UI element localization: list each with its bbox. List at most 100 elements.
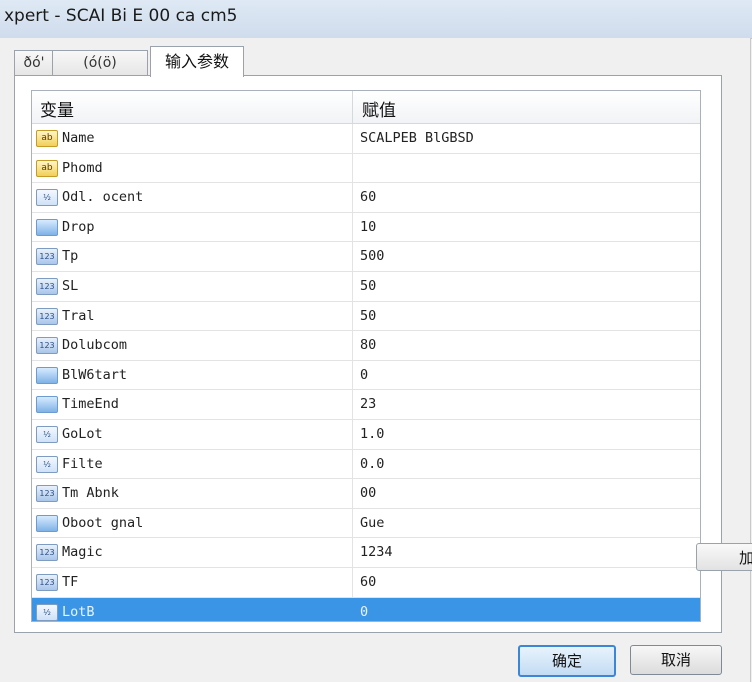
cell-divider bbox=[352, 271, 353, 301]
load-button[interactable]: 加 bbox=[696, 543, 752, 571]
cell-divider bbox=[352, 419, 353, 449]
parameter-name: Phomd bbox=[62, 159, 103, 176]
table-row[interactable]: 123 SL 50 bbox=[32, 271, 700, 302]
parameter-name: Filte bbox=[62, 455, 103, 472]
tab-inputs-sub[interactable]: (ó(ö) bbox=[52, 50, 148, 75]
parameter-name: Oboot gnal bbox=[62, 514, 144, 531]
column-header-value[interactable]: 赋值 bbox=[362, 96, 396, 121]
parameter-name: TimeEnd bbox=[62, 396, 119, 413]
tab-input-parameters[interactable]: 输入参数 bbox=[150, 46, 244, 77]
double-icon: ½ bbox=[36, 189, 58, 207]
cell-divider bbox=[352, 479, 353, 508]
parameter-name: Tral bbox=[62, 307, 95, 324]
table-row[interactable]: TimeEnd 23 bbox=[32, 390, 700, 420]
table-row[interactable]: Drop 10 bbox=[32, 212, 700, 243]
table-row[interactable]: Oboot gnal Gue bbox=[32, 508, 700, 539]
parameter-name: LotB bbox=[62, 603, 95, 620]
parameter-value[interactable]: 0.0 bbox=[360, 456, 384, 472]
dialog-window: ðó' (ó(ö) 输入参数 变量 赋值 ab Name SCALPEB BlGBS… bbox=[0, 38, 752, 682]
cell-divider bbox=[352, 212, 353, 242]
window-title: xpert - SCAI Bi E 00 ca cm5 bbox=[4, 6, 238, 26]
table-row[interactable]: 123 Tm Abnk 00 bbox=[32, 479, 700, 509]
parameter-name: Tm Abnk bbox=[62, 485, 119, 502]
cell-divider bbox=[352, 242, 353, 271]
table-row[interactable]: ab Phomd bbox=[32, 153, 700, 184]
parameters-table: 变量 赋值 ab Name SCALPEB BlGBSD ab Phomd ½ Odl. o… bbox=[31, 90, 701, 622]
int-icon: 123 bbox=[36, 544, 58, 562]
int-icon: 123 bbox=[36, 307, 58, 325]
cell-divider bbox=[352, 124, 353, 153]
parameter-value[interactable]: 00 bbox=[360, 485, 376, 501]
table-row[interactable]: ½ Odl. ocent 60 bbox=[32, 183, 700, 213]
title-bar: xpert - SCAI Bi E 00 ca cm5 bbox=[0, 0, 752, 39]
int-icon: 123 bbox=[36, 277, 58, 295]
parameter-value[interactable]: SCALPEB BlGBSD bbox=[360, 130, 474, 146]
bool-icon bbox=[36, 218, 58, 236]
parameter-value[interactable]: 1.0 bbox=[360, 426, 384, 442]
bool-icon bbox=[36, 514, 58, 532]
bool-icon bbox=[36, 396, 58, 414]
table-row[interactable]: 123 Dolubcom 80 bbox=[32, 331, 700, 361]
column-header-variable[interactable]: 变量 bbox=[40, 96, 74, 121]
parameter-value[interactable]: 50 bbox=[360, 278, 376, 294]
parameter-name: Tp bbox=[62, 248, 79, 265]
int-icon: 123 bbox=[36, 573, 58, 591]
string-icon: ab bbox=[36, 130, 58, 147]
parameter-name: Dolubcom bbox=[62, 337, 128, 354]
parameter-value[interactable]: 60 bbox=[360, 189, 376, 205]
table-row[interactable]: 123 TF 60 bbox=[32, 567, 700, 598]
table-row[interactable]: ½ GoLot 1.0 bbox=[32, 419, 700, 450]
cancel-button[interactable]: 取消 bbox=[630, 645, 722, 675]
double-icon: ½ bbox=[36, 425, 58, 443]
string-icon: ab bbox=[36, 159, 58, 177]
parameter-name: Name bbox=[62, 130, 95, 146]
cell-divider bbox=[352, 508, 353, 538]
table-row[interactable]: ½ Filte 0.0 bbox=[32, 449, 700, 480]
cell-divider bbox=[352, 153, 353, 183]
cell-divider bbox=[352, 538, 353, 567]
table-row[interactable]: ab Name SCALPEB BlGBSD bbox=[32, 124, 700, 154]
parameter-name: BlW6tart bbox=[62, 366, 128, 383]
parameter-value[interactable]: 0 bbox=[360, 604, 368, 620]
int-icon: 123 bbox=[36, 337, 58, 355]
table-body: ab Name SCALPEB BlGBSD ab Phomd ½ Odl. ocent 60… bbox=[32, 124, 700, 621]
cell-divider bbox=[352, 597, 353, 621]
parameter-value[interactable]: 500 bbox=[360, 248, 384, 264]
table-header: 变量 赋值 bbox=[32, 91, 700, 124]
parameter-value[interactable]: 1234 bbox=[360, 544, 393, 560]
table-row[interactable]: BlW6tart 0 bbox=[32, 360, 700, 391]
cell-divider bbox=[352, 301, 353, 331]
column-divider[interactable] bbox=[352, 91, 353, 123]
parameter-value[interactable]: 50 bbox=[360, 308, 376, 324]
parameter-value[interactable]: 60 bbox=[360, 574, 376, 590]
parameter-value[interactable]: 0 bbox=[360, 367, 368, 383]
cell-divider bbox=[352, 567, 353, 597]
double-icon: ½ bbox=[36, 603, 58, 621]
table-row[interactable]: 123 Magic 1234 bbox=[32, 538, 700, 568]
cell-divider bbox=[352, 390, 353, 419]
table-row[interactable]: 123 Tp 500 bbox=[32, 242, 700, 272]
cell-divider bbox=[352, 183, 353, 212]
table-row[interactable]: 123 Tral 50 bbox=[32, 301, 700, 332]
parameter-value[interactable]: 10 bbox=[360, 219, 376, 235]
parameter-name: Magic bbox=[62, 544, 103, 561]
table-row[interactable]: ½ LotB 0 bbox=[32, 597, 700, 621]
bool-icon bbox=[36, 366, 58, 384]
int-icon: 123 bbox=[36, 485, 58, 503]
tab-common[interactable]: ðó' bbox=[14, 50, 54, 75]
parameter-name: Odl. ocent bbox=[62, 189, 144, 206]
int-icon: 123 bbox=[36, 248, 58, 266]
parameter-name: SL bbox=[62, 277, 79, 294]
cell-divider bbox=[352, 331, 353, 360]
ok-button[interactable]: 确定 bbox=[518, 645, 616, 677]
parameter-value[interactable]: Gue bbox=[360, 515, 384, 531]
cell-divider bbox=[352, 449, 353, 479]
cell-divider bbox=[352, 360, 353, 390]
parameter-value[interactable]: 80 bbox=[360, 337, 376, 353]
parameter-name: Drop bbox=[62, 218, 95, 235]
double-icon: ½ bbox=[36, 455, 58, 473]
parameter-value[interactable]: 23 bbox=[360, 396, 376, 412]
tab-panel: 变量 赋值 ab Name SCALPEB BlGBSD ab Phomd ½ Odl. o… bbox=[14, 75, 722, 633]
parameter-name: GoLot bbox=[62, 425, 103, 442]
parameter-name: TF bbox=[62, 573, 79, 590]
